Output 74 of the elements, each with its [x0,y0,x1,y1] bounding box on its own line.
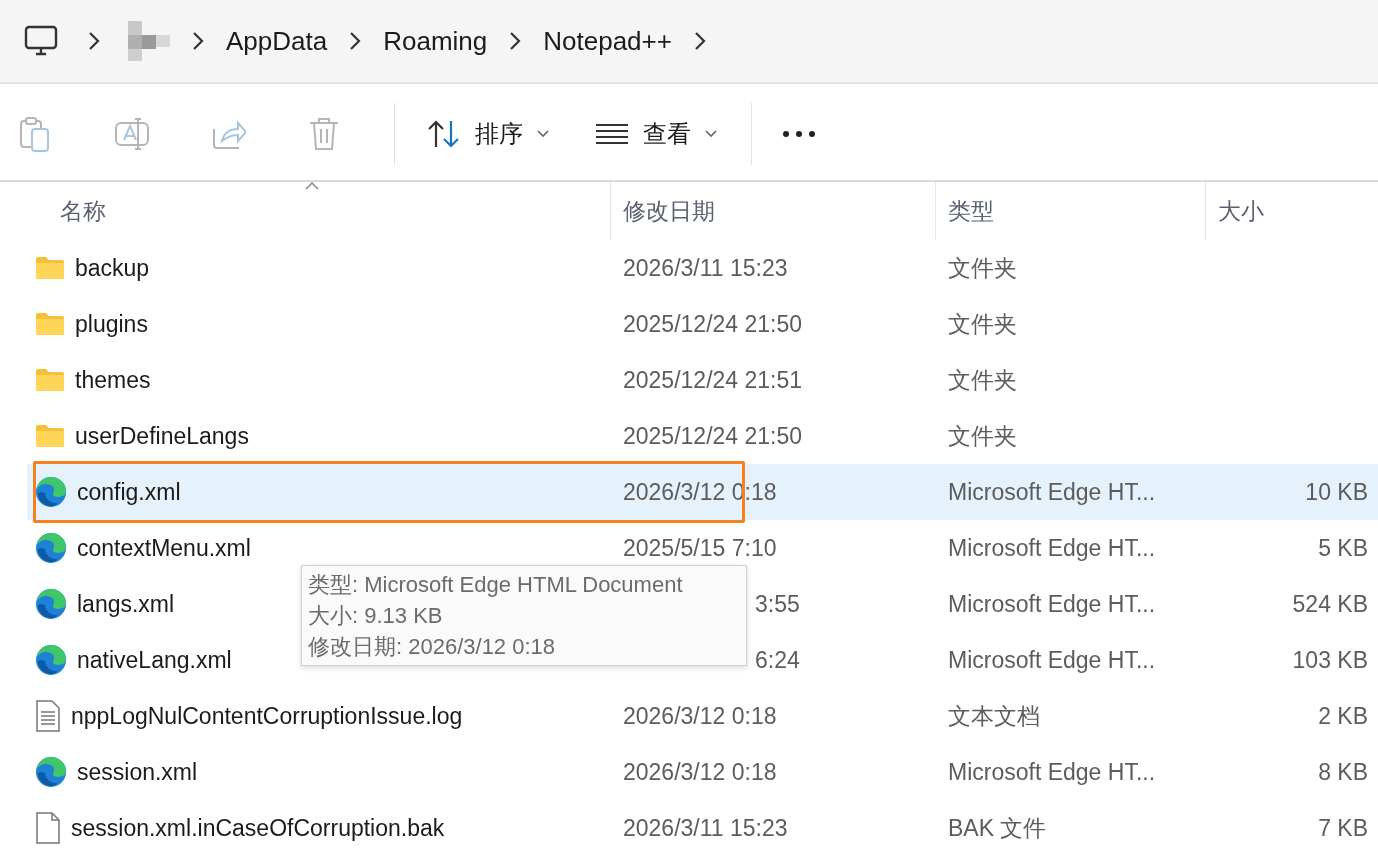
file-size: 103 KB [1291,646,1369,674]
folder-icon [35,256,65,280]
file-name: config.xml [77,478,181,506]
file-name: backup [75,254,150,282]
folder-icon [35,312,65,336]
tooltip-line: 大小: 9.13 KB [308,602,444,630]
file-name: nppLogNulContentCorruptionIssue.log [71,702,463,730]
edge-browser-icon [35,644,67,676]
caret-icon [705,130,717,138]
file-size: 7 KB [1317,814,1369,842]
view-menu-button[interactable]: 查看 [595,118,717,150]
blank-file-icon [35,812,61,844]
file-name: session.xml.inCaseOfCorruption.bak [71,814,445,842]
file-type: 文件夹 [947,421,1018,451]
modified-date: 2025/12/24 21:50 [622,310,804,338]
column-header[interactable]: 修改日期 [610,182,935,240]
column-header[interactable]: 类型 [935,182,1205,240]
modified-date: 2025/12/24 21:51 [622,366,804,394]
file-name: plugins [75,310,148,338]
file-name: session.xml [77,758,198,786]
file-type: Microsoft Edge HT... [947,478,1157,506]
chevron-icon [509,31,522,51]
chevron-icon [693,31,706,51]
text-document-icon [35,700,61,732]
breadcrumb-item[interactable]: Notepad++ [531,25,684,57]
modified-date: 6:24 [754,646,801,674]
chevron-icon [192,31,204,51]
file-name: contextMenu.xml [77,534,251,562]
file-type: 文件夹 [947,253,1018,283]
file-size: 10 KB [1304,478,1369,506]
modified-date: 2026/3/11 15:23 [622,814,789,842]
column-header[interactable]: 名称 [0,182,610,240]
chevron-icon [88,31,100,51]
column-header[interactable]: 大小 [1205,182,1378,240]
computer-icon[interactable] [24,25,58,57]
tooltip-line: 类型: Microsoft Edge HTML Document [308,571,684,599]
caret-icon [537,130,549,138]
file-type: 文本文档 [947,701,1041,731]
modified-date: 2026/3/11 15:23 [622,254,789,282]
more-options-button[interactable] [782,130,816,138]
file-type: Microsoft Edge HT... [947,590,1157,618]
modified-date: 2025/12/24 21:50 [622,422,804,450]
tooltip-line: 修改日期: 2026/3/12 0:18 [308,633,557,661]
sort-icon [427,119,461,149]
file-size: 5 KB [1317,534,1369,562]
chevron-icon [349,31,362,51]
file-size: 8 KB [1317,758,1369,786]
file-type: Microsoft Edge HT... [947,534,1157,562]
list-icon [595,123,629,145]
edge-browser-icon [35,532,67,564]
pixelated-mark [128,21,172,61]
sort-menu-button[interactable]: 排序 [427,118,549,150]
modified-date: 3:55 [754,590,801,618]
file-name: themes [75,366,151,394]
folder-icon [35,368,65,392]
modified-date: 2025/5/15 7:10 [622,534,778,562]
file-type: 文件夹 [947,309,1018,339]
folder-icon [35,424,65,448]
file-name: langs.xml [77,590,175,618]
file-type: BAK 文件 [947,813,1048,843]
file-type: Microsoft Edge HT... [947,646,1157,674]
file-name: userDefineLangs [75,422,249,450]
edge-browser-icon [35,588,67,620]
modified-date: 2026/3/12 0:18 [622,702,778,730]
file-type: Microsoft Edge HT... [947,758,1157,786]
edge-browser-icon [35,476,67,508]
file-size: 524 KB [1291,590,1369,618]
edge-browser-icon [35,756,67,788]
modified-date: 2026/3/12 0:18 [622,758,778,786]
file-size: 2 KB [1317,702,1369,730]
file-type: 文件夹 [947,365,1018,395]
breadcrumb-item[interactable]: AppData [214,25,340,57]
file-name: nativeLang.xml [77,646,232,674]
breadcrumb-item[interactable]: Roaming [371,25,500,57]
